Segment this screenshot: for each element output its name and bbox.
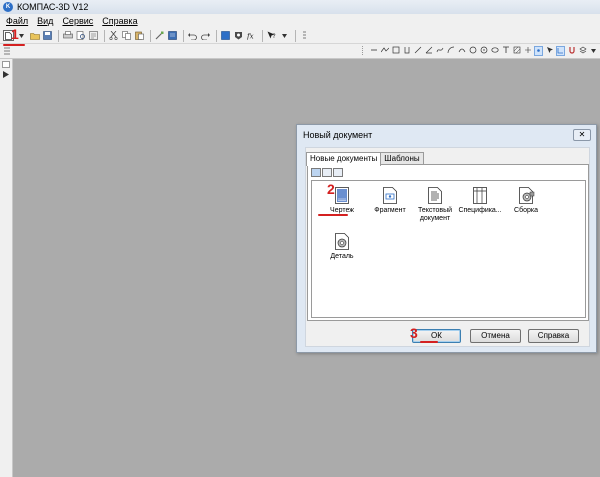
context-help-icon[interactable]: ?	[266, 30, 277, 41]
annotation-step-1: 1	[11, 26, 19, 42]
dialog-close-button[interactable]: ✕	[573, 129, 591, 141]
layers-icon[interactable]	[578, 46, 587, 56]
arc-3point-icon[interactable]	[457, 46, 466, 56]
manager-icon[interactable]	[220, 30, 231, 41]
save-icon[interactable]	[42, 30, 53, 41]
doc-type-part[interactable]: Деталь	[316, 233, 368, 261]
dialog-title: Новый документ	[303, 130, 373, 140]
rectangle-icon[interactable]	[391, 46, 400, 56]
list-view-icon[interactable]	[333, 168, 343, 177]
toolbar-grip-icon[interactable]	[3, 46, 11, 56]
ortho-icon[interactable]	[556, 46, 565, 56]
menu-view[interactable]: Вид	[37, 16, 53, 26]
variables-icon[interactable]	[233, 30, 244, 41]
arc-icon[interactable]	[446, 46, 455, 56]
undo-icon[interactable]	[187, 30, 198, 41]
svg-text:?: ?	[272, 33, 275, 40]
annotation-underline-1	[3, 44, 25, 46]
grid-snap-icon[interactable]	[523, 46, 532, 56]
paste-icon[interactable]	[134, 30, 145, 41]
new-document-dialog: Новый документ ✕ Новые документы Шаблоны…	[296, 124, 597, 353]
library-icon[interactable]	[167, 30, 178, 41]
cut-icon[interactable]	[108, 30, 119, 41]
text-document-icon	[428, 187, 442, 204]
small-icons-view-icon[interactable]	[322, 168, 332, 177]
menu-bar: Файл Вид Сервис Справка	[0, 14, 600, 28]
more-tools-icon[interactable]	[589, 46, 598, 56]
toolbar-separator	[216, 29, 217, 42]
panel-toggle-icon[interactable]	[2, 61, 10, 68]
magnet-icon[interactable]	[567, 46, 576, 56]
dropdown-arrow-icon[interactable]	[279, 30, 290, 41]
text-tool-icon[interactable]	[501, 46, 510, 56]
line-icon[interactable]	[413, 46, 422, 56]
large-icons-view-icon[interactable]	[311, 168, 321, 177]
annotation-underline-3	[420, 341, 438, 343]
help-button[interactable]: Справка	[528, 329, 579, 343]
specification-icon	[473, 187, 487, 204]
kompas-app-icon: K	[3, 2, 13, 12]
cursor-icon[interactable]	[545, 46, 554, 56]
redo-icon[interactable]	[200, 30, 211, 41]
open-folder-icon[interactable]	[29, 30, 40, 41]
copy-icon[interactable]	[121, 30, 132, 41]
toolbar-grip-icon[interactable]	[299, 30, 310, 41]
doc-type-drawing[interactable]: Чертеж	[316, 187, 368, 215]
print-icon[interactable]	[62, 30, 73, 41]
hatch-icon[interactable]	[512, 46, 521, 56]
doc-type-assembly[interactable]: Сборка	[500, 187, 552, 215]
annotation-step-3: 3	[410, 325, 418, 341]
menu-help[interactable]: Справка	[102, 16, 137, 26]
angle-line-icon[interactable]	[424, 46, 433, 56]
toolbar-separator	[104, 29, 105, 42]
view-mode-buttons	[311, 168, 344, 177]
tab-panel-new-documents: Чертеж Фрагмент Текстовый документ Специ…	[307, 164, 589, 321]
properties-icon[interactable]	[88, 30, 99, 41]
doc-type-label: Сборка	[514, 207, 538, 214]
snap-toggle-icon[interactable]	[534, 46, 543, 56]
doc-type-specification[interactable]: Спецификa...	[454, 187, 506, 215]
doc-type-label: Деталь	[330, 253, 354, 260]
svg-text:fx: fx	[247, 33, 254, 41]
fx-icon[interactable]: fx	[246, 30, 257, 41]
drawing-icon	[335, 187, 349, 204]
grip-icon[interactable]	[358, 46, 367, 56]
ellipse-icon[interactable]	[490, 46, 499, 56]
menu-service[interactable]: Сервис	[62, 16, 93, 26]
left-panel-strip	[0, 59, 13, 477]
document-type-list: Чертеж Фрагмент Текстовый документ Специ…	[311, 180, 586, 318]
dialog-content: Новые документы Шаблоны Чертеж Фрагмент …	[305, 147, 590, 347]
circle-center-icon[interactable]	[479, 46, 488, 56]
fragment-icon	[383, 187, 397, 204]
polyline-icon[interactable]	[380, 46, 389, 56]
toolbar-separator	[150, 29, 151, 42]
part-icon	[335, 233, 349, 250]
toolbar-separator	[183, 29, 184, 42]
toolbar-separator	[262, 29, 263, 42]
geometry-toolbar-row	[0, 44, 600, 59]
bracket-icon[interactable]	[402, 46, 411, 56]
circle-icon[interactable]	[468, 46, 477, 56]
doc-type-label: Спецификa...	[458, 207, 502, 214]
toolbar-separator	[295, 29, 296, 42]
expand-arrow-icon[interactable]	[3, 71, 9, 80]
assembly-icon	[519, 187, 535, 204]
annotation-underline-2	[318, 214, 348, 216]
format-brush-icon[interactable]	[154, 30, 165, 41]
toolbar-separator	[58, 29, 59, 42]
geometry-toolbar	[356, 45, 598, 57]
window-title: КОМПАС-3D V12	[17, 2, 89, 12]
print-preview-icon[interactable]	[75, 30, 86, 41]
menu-file[interactable]: Файл	[6, 16, 28, 26]
title-bar: K КОМПАС-3D V12	[0, 0, 600, 14]
standard-toolbar: fx ?	[0, 28, 600, 44]
cancel-button[interactable]: Отмена	[470, 329, 521, 343]
point-icon[interactable]	[369, 46, 378, 56]
spline-icon[interactable]	[435, 46, 444, 56]
tab-new-documents[interactable]: Новые документы	[306, 152, 382, 166]
annotation-step-2: 2	[327, 181, 335, 197]
